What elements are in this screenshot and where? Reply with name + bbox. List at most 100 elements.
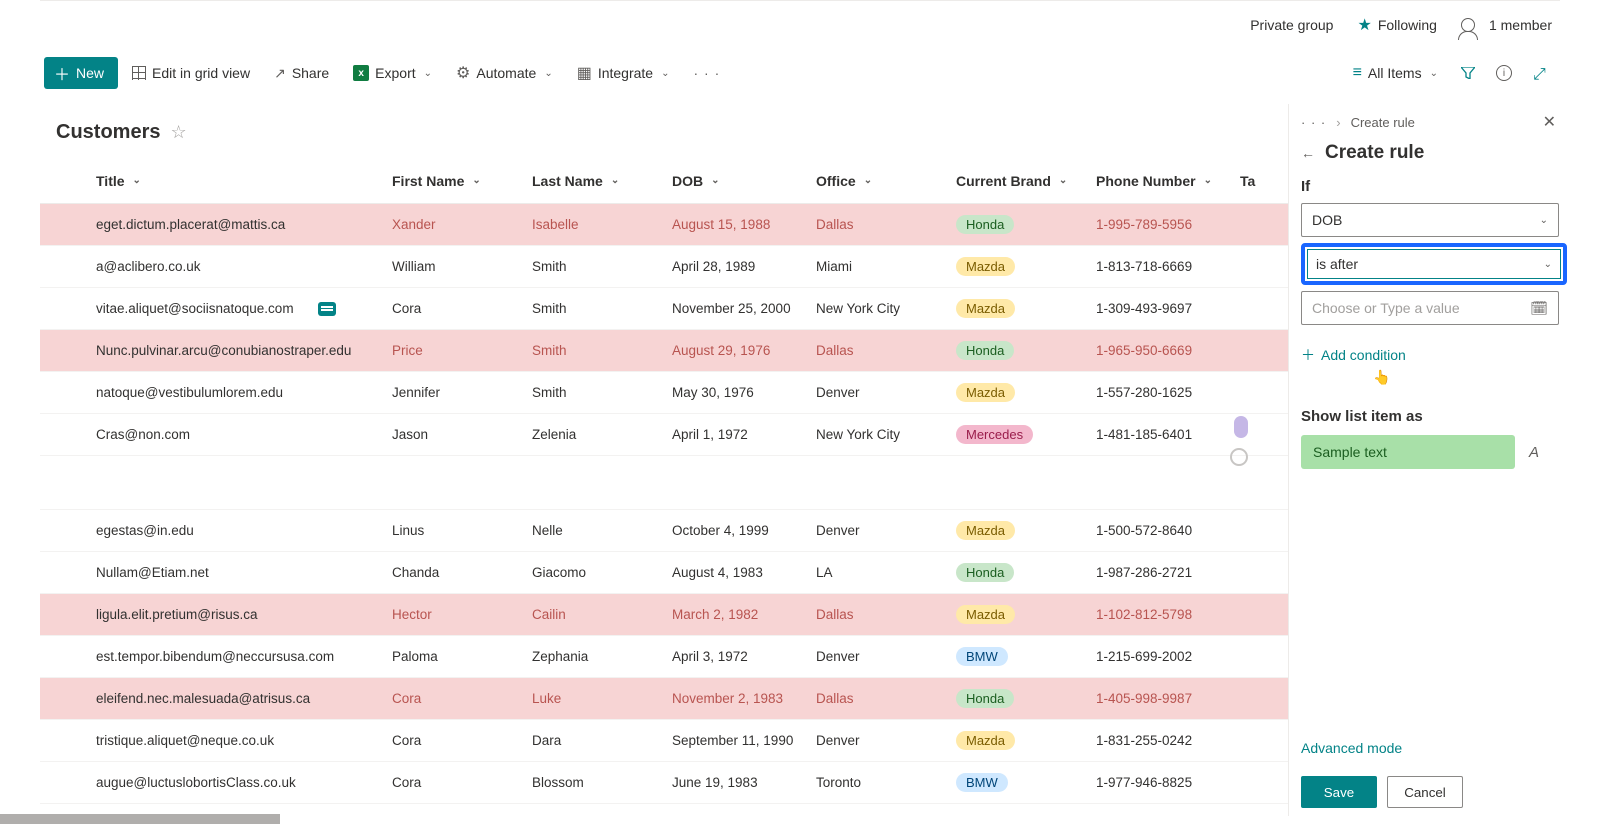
plus-icon: ＋ (54, 61, 70, 85)
cell-first: Hector (392, 607, 532, 622)
members-label: 1 member (1489, 17, 1552, 33)
cell-title: Nunc.pulvinar.arcu@conubianostraper.edu (96, 343, 392, 358)
calendar-icon[interactable]: 🗓 (1530, 300, 1548, 317)
new-button[interactable]: ＋ New (44, 57, 118, 89)
cell-phone: 1-831-255-0242 (1096, 733, 1240, 748)
cell-last: Smith (532, 259, 672, 274)
cell-phone: 1-500-572-8640 (1096, 523, 1240, 538)
cell-office: New York City (816, 301, 956, 316)
cell-brand: Honda (956, 563, 1096, 582)
col-dob[interactable]: DOB⌄ (672, 173, 816, 189)
breadcrumb-chevron-icon: › (1336, 115, 1340, 130)
condition-value-input[interactable]: Choose or Type a value 🗓 (1301, 291, 1559, 325)
sample-preview: Sample text (1301, 435, 1515, 469)
cell-dob: August 4, 1983 (672, 565, 816, 580)
cell-first: Price (392, 343, 532, 358)
if-label: If (1301, 178, 1556, 195)
col-last[interactable]: Last Name⌄ (532, 173, 672, 189)
format-font-button[interactable]: A (1529, 444, 1539, 461)
close-panel-button[interactable]: ✕ (1543, 112, 1556, 132)
panel-title: Create rule (1325, 142, 1424, 164)
show-as-label: Show list item as (1301, 408, 1556, 425)
add-condition-button[interactable]: ＋ Add condition (1301, 345, 1556, 365)
chevron-down-icon: ⌄ (424, 68, 432, 79)
cell-office: Dallas (816, 217, 956, 232)
advanced-mode-link[interactable]: Advanced mode (1301, 740, 1556, 756)
tag-pill (1234, 416, 1248, 438)
horizontal-scrollbar-thumb[interactable] (0, 814, 280, 824)
cell-last: Nelle (532, 523, 672, 538)
cell-first: William (392, 259, 532, 274)
cell-phone: 1-102-812-5798 (1096, 607, 1240, 622)
edit-grid-button[interactable]: Edit in grid view (122, 57, 260, 89)
following-indicator[interactable]: ★ Following (1357, 15, 1436, 35)
share-icon: ↗ (274, 65, 286, 82)
comment-icon[interactable] (318, 302, 336, 316)
cancel-button[interactable]: Cancel (1387, 776, 1463, 808)
cell-last: Smith (532, 343, 672, 358)
excel-icon: x (353, 65, 369, 81)
cell-title: augue@luctuslobortisClass.co.uk (96, 775, 392, 790)
cell-phone: 1-557-280-1625 (1096, 385, 1240, 400)
cell-dob: August 29, 1976 (672, 343, 816, 358)
cell-dob: October 4, 1999 (672, 523, 816, 538)
more-actions-button[interactable]: · · · (683, 57, 730, 89)
chevron-down-icon: ⌄ (1430, 68, 1438, 79)
filter-button[interactable] (1452, 57, 1484, 89)
breadcrumb-more[interactable]: · · · (1301, 115, 1326, 130)
cell-brand: Mercedes (956, 425, 1096, 444)
favorite-toggle[interactable]: ☆ (170, 122, 186, 143)
cell-title: Cras@non.com (96, 427, 392, 442)
grid-icon (132, 66, 146, 80)
condition-operator-select[interactable]: is after ⌄ (1301, 243, 1567, 285)
integrate-button[interactable]: ▦ Integrate ⌄ (567, 57, 680, 89)
create-rule-panel: · · · › Create rule ✕ ← Create rule If D… (1288, 104, 1560, 816)
members-link[interactable]: 1 member (1461, 17, 1552, 33)
cell-first: Cora (392, 733, 532, 748)
cell-dob: May 30, 1976 (672, 385, 816, 400)
cell-first: Chanda (392, 565, 532, 580)
info-button[interactable]: i (1488, 57, 1520, 89)
cell-dob: March 2, 1982 (672, 607, 816, 622)
cell-dob: June 19, 1983 (672, 775, 816, 790)
cell-last: Dara (532, 733, 672, 748)
cell-phone: 1-977-946-8825 (1096, 775, 1240, 790)
cell-brand: Honda (956, 215, 1096, 234)
cell-phone: 1-309-493-9697 (1096, 301, 1240, 316)
automate-button[interactable]: ⚙ Automate ⌄ (446, 57, 563, 89)
list-title: Customers (56, 121, 160, 144)
col-phone[interactable]: Phone Number⌄ (1096, 173, 1240, 189)
col-title[interactable]: Title⌄ (96, 173, 392, 189)
filter-icon (1461, 67, 1475, 79)
export-button[interactable]: x Export ⌄ (343, 57, 442, 89)
integrate-icon: ▦ (577, 63, 592, 83)
view-selector[interactable]: ≡ All Items ⌄ (1343, 64, 1448, 82)
person-icon (1461, 18, 1475, 32)
col-brand[interactable]: Current Brand⌄ (956, 173, 1096, 189)
cell-title: ligula.elit.pretium@risus.ca (96, 607, 392, 622)
page-header: Private group ★ Following 1 member (40, 1, 1560, 49)
cell-dob: April 28, 1989 (672, 259, 816, 274)
save-button[interactable]: Save (1301, 776, 1377, 808)
cell-office: Dallas (816, 691, 956, 706)
cell-phone: 1-987-286-2721 (1096, 565, 1240, 580)
chevron-down-icon: ⌄ (1540, 215, 1548, 226)
condition-field-select[interactable]: DOB ⌄ (1301, 203, 1559, 237)
cell-first: Xander (392, 217, 532, 232)
cursor-icon: 👆 (1373, 369, 1600, 386)
cell-brand: Mazda (956, 731, 1096, 750)
cell-title: eget.dictum.placerat@mattis.ca (96, 217, 392, 232)
share-button[interactable]: ↗ Share (264, 57, 339, 89)
col-first[interactable]: First Name⌄ (392, 173, 532, 189)
following-label: Following (1378, 17, 1437, 33)
cell-brand: Honda (956, 341, 1096, 360)
back-button[interactable]: ← (1301, 145, 1315, 161)
star-icon: ★ (1357, 15, 1371, 35)
cell-last: Zelenia (532, 427, 672, 442)
col-office[interactable]: Office⌄ (816, 173, 956, 189)
expand-button[interactable]: ⤢ (1524, 57, 1556, 89)
cell-phone: 1-405-998-9987 (1096, 691, 1240, 706)
cell-last: Blossom (532, 775, 672, 790)
cell-dob: November 25, 2000 (672, 301, 816, 316)
cell-title: tristique.aliquet@neque.co.uk (96, 733, 392, 748)
